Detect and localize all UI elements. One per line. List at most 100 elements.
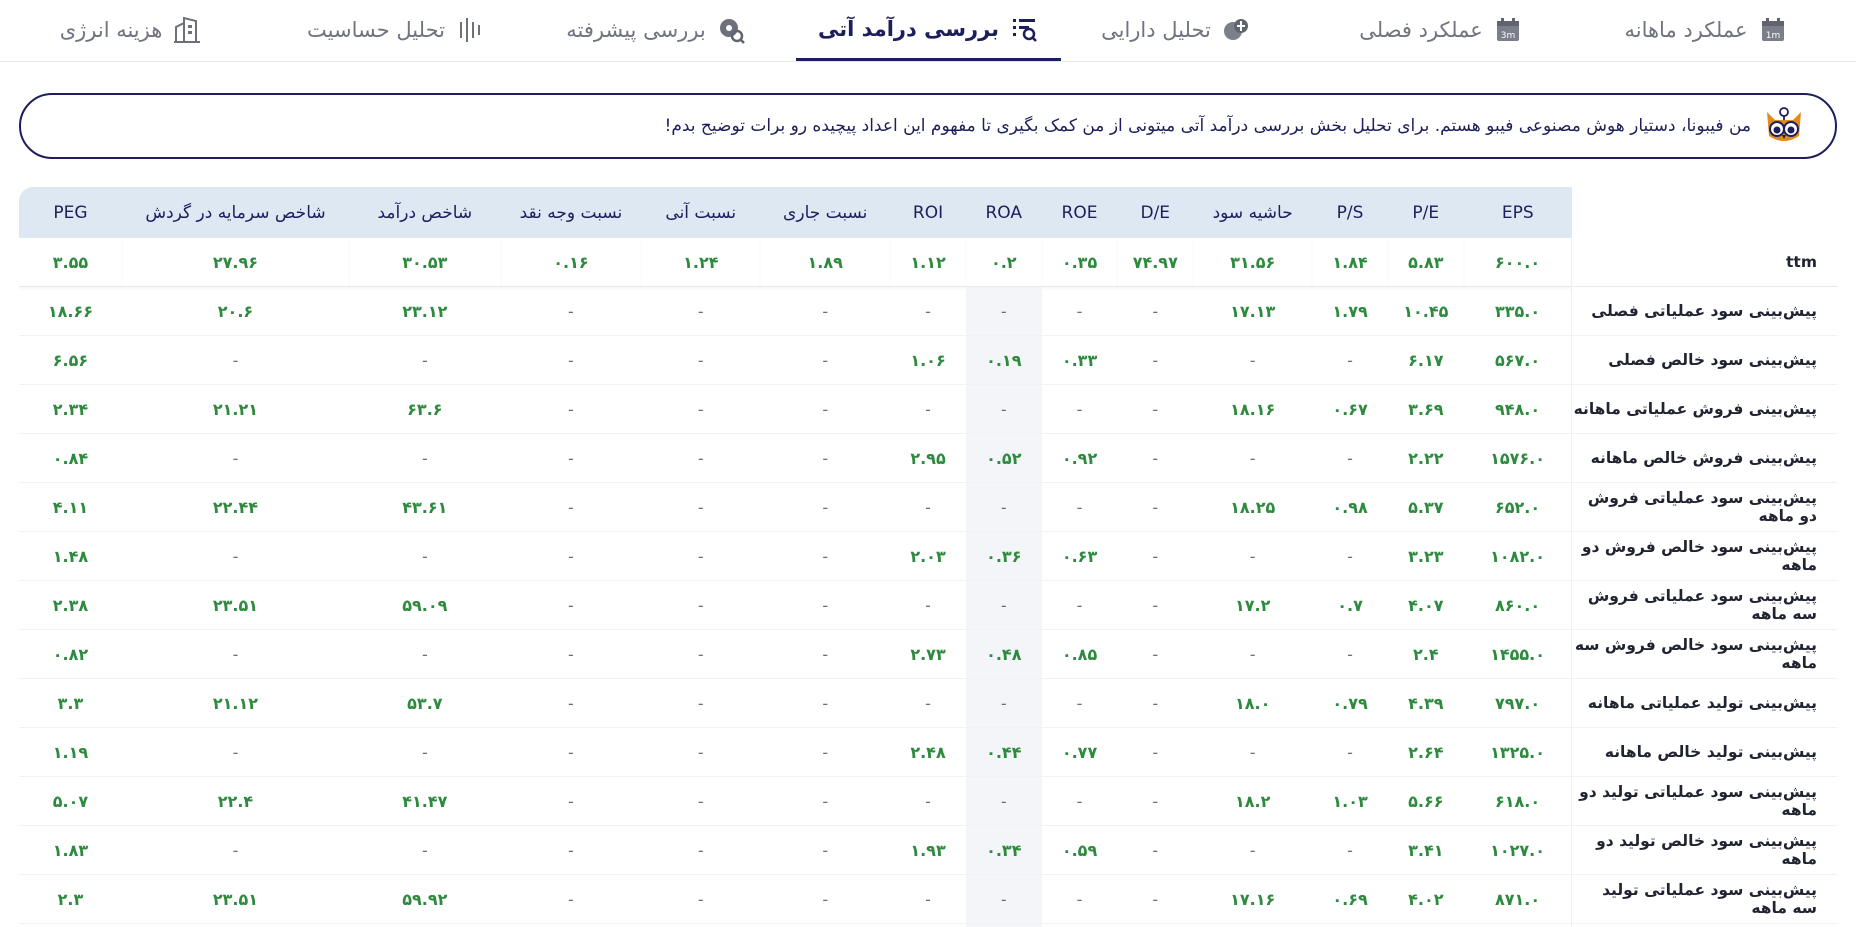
table-cell: - [1117,777,1193,826]
table-cell: ۱۳۲۵.۰ [1464,728,1572,777]
row-label: پیش‌بینی سود خالص فروش دو ماهه [1572,532,1837,581]
table-cell: - [349,336,501,385]
tab-asset-analysis[interactable]: تحلیل دارایی [1081,0,1271,60]
future-income-table: EPSP/EP/Sحاشیه سودD/EROEROAROIنسبت جارین… [19,187,1837,927]
column-header[interactable]: شاخص سرمایه در گردش [122,187,349,238]
owl-assistant-icon [1761,106,1807,146]
table-cell: - [1193,630,1312,679]
table-cell: - [122,728,349,777]
table-cell: ۲۳.۱۲ [349,287,501,336]
table-cell: ۱.۹۳ [890,826,966,875]
table-cell: ۰.۱۹ [966,336,1042,385]
table-cell: ۲۱.۲۱ [122,385,349,434]
table-cell: - [501,630,642,679]
tab-energy-cost[interactable]: هزینه انرژی [46,0,216,60]
column-header[interactable]: P/S [1312,187,1388,238]
table-cell: - [760,826,890,875]
table-cell: - [1193,826,1312,875]
column-header[interactable]: نسبت جاری [760,187,890,238]
table-cell: - [1193,728,1312,777]
table-row: پیش‌بینی سود عملیاتی تولید دو ماهه۶۱۸.۰۵… [19,777,1837,826]
tab-label: هزینه انرژی [60,18,163,42]
table-cell: - [501,385,642,434]
column-header[interactable]: ROA [966,187,1042,238]
column-header[interactable]: D/E [1117,187,1193,238]
column-header[interactable]: شاخص درآمد [349,187,501,238]
table-cell: ۵.۶۶ [1388,777,1464,826]
table-cell: ۰.۶۷ [1312,385,1388,434]
table-cell: - [1117,434,1193,483]
table-cell: - [966,287,1042,336]
column-header[interactable]: نسبت وجه نقد [501,187,642,238]
table-cell: ۵۶۷.۰ [1464,336,1572,385]
table-cell: - [1312,630,1388,679]
table-cell: - [641,728,760,777]
assistant-banner[interactable]: من فیبونا، دستیار هوش مصنوعی فیبو هستم. … [19,93,1837,159]
table-cell: ۶۳.۶ [349,385,501,434]
table-cell: - [1117,483,1193,532]
row-label: پیش‌بینی تولید خالص ماهانه [1572,728,1837,777]
table-cell: ۱۰.۴۵ [1388,287,1464,336]
table-cell: - [641,336,760,385]
row-label: پیش‌بینی فروش خالص ماهانه [1572,434,1837,483]
table-cell: - [122,532,349,581]
table-cell: - [1117,581,1193,630]
column-header[interactable]: ROI [890,187,966,238]
table-cell: ۰.۶۳ [1042,532,1118,581]
table-cell: ۱.۱۹ [19,728,122,777]
table-cell: - [1312,826,1388,875]
table-cell: - [1042,581,1118,630]
sensitivity-icon [455,15,485,45]
table-cell: - [890,581,966,630]
tab-sensitivity-analysis[interactable]: تحلیل حساسیت [301,0,491,60]
table-cell: - [122,630,349,679]
table-cell: ۲۲.۴۴ [122,483,349,532]
table-cell: - [1042,483,1118,532]
column-header[interactable]: نسبت آنی [641,187,760,238]
column-header[interactable]: PEG [19,187,122,238]
tab-future-income[interactable]: بررسی درآمد آتی [796,0,1061,61]
table-cell: - [501,287,642,336]
table-cell: - [501,532,642,581]
table-cell: - [966,777,1042,826]
table-cell: ۱.۲۴ [641,238,760,287]
svg-text:1m: 1m [1765,31,1780,41]
table-cell: ۱۸.۰ [1193,679,1312,728]
column-header[interactable]: ROE [1042,187,1118,238]
table-cell: ۱.۷۹ [1312,287,1388,336]
tab-monthly-performance[interactable]: 1m عملکرد ماهانه [1606,0,1806,60]
table-cell: - [641,483,760,532]
table-cell: ۲.۹۵ [890,434,966,483]
column-header[interactable]: حاشیه سود [1193,187,1312,238]
table-cell: - [1193,336,1312,385]
table-cell: - [122,826,349,875]
table-cell: - [501,483,642,532]
column-header[interactable]: P/E [1388,187,1464,238]
table-cell: - [501,875,642,924]
table-cell: ۰.۷ [1312,581,1388,630]
table-cell: - [641,581,760,630]
table-cell: ۲.۶۴ [1388,728,1464,777]
table-row: پیش‌بینی سود عملیاتی فروش دو ماهه۶۵۲.۰۵.… [19,483,1837,532]
table-cell: ۲.۳ [19,875,122,924]
table-cell: ۰.۳۳ [1042,336,1118,385]
tab-quarterly-performance[interactable]: 3m عملکرد فصلی [1346,0,1536,60]
column-header[interactable]: EPS [1464,187,1572,238]
table-cell: ۰.۸۵ [1042,630,1118,679]
table-cell: - [122,924,349,927]
table-cell: - [501,434,642,483]
tab-label: تحلیل دارایی [1101,18,1211,42]
table-cell: - [760,777,890,826]
table-cell: ۱.۰۶ [890,336,966,385]
table-cell: ۲.۳۷ [1388,924,1464,927]
table-cell: - [501,581,642,630]
tab-advanced-review[interactable]: بررسی پیشرفته [561,0,751,60]
table-cell: ۶.۱۷ [1388,336,1464,385]
table-cell: ۱۵۷۶.۰ [1464,434,1572,483]
table-cell: - [760,630,890,679]
table-cell: ۲۰.۶ [122,287,349,336]
table-cell: - [1117,287,1193,336]
asset-analysis-icon [1221,15,1251,45]
table-cell: - [1117,924,1193,927]
table-cell: ۲.۳۸ [19,581,122,630]
